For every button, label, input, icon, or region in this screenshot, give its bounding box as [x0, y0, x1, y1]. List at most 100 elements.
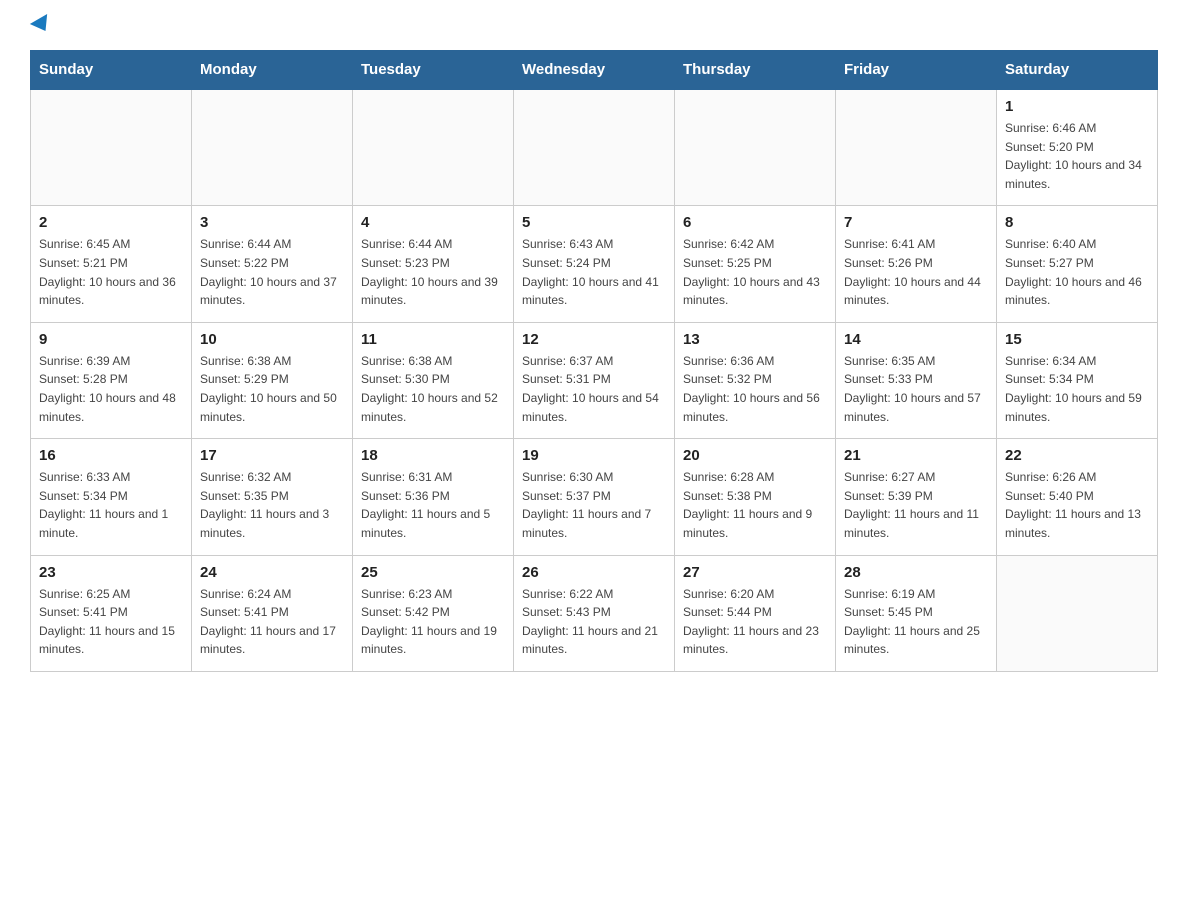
calendar-cell: 11Sunrise: 6:38 AM Sunset: 5:30 PM Dayli… [353, 322, 514, 438]
week-row-0: 1 Sunrise: 6:46 AM Sunset: 5:20 PM Daylig… [31, 89, 1158, 206]
calendar-cell: 20 Sunrise: 6:28 AM Sunset: 5:38 PM Dayli… [675, 439, 836, 555]
week-row-4: 23Sunrise: 6:25 AM Sunset: 5:41 PM Dayli… [31, 555, 1158, 671]
day-number: 15 [1005, 331, 1149, 348]
calendar-cell [836, 89, 997, 206]
calendar-cell: 23Sunrise: 6:25 AM Sunset: 5:41 PM Dayli… [31, 555, 192, 671]
weekday-header-wednesday: Wednesday [514, 51, 675, 90]
day-number: 7 [844, 214, 988, 231]
day-number: 22 [1005, 447, 1149, 464]
weekday-header-sunday: Sunday [31, 51, 192, 90]
day-info: Sunrise: 6:27 AM Sunset: 5:39 PM Dayligh… [844, 468, 988, 542]
day-info: Sunrise: 6:37 AM Sunset: 5:31 PM Dayligh… [522, 352, 666, 426]
day-info: Sunrise: 6:41 AM Sunset: 5:26 PM Dayligh… [844, 235, 988, 309]
calendar-cell: 8 Sunrise: 6:40 AM Sunset: 5:27 PM Daylig… [997, 206, 1158, 322]
weekday-header-row: SundayMondayTuesdayWednesdayThursdayFrid… [31, 51, 1158, 90]
day-number: 21 [844, 447, 988, 464]
day-info: Sunrise: 6:44 AM Sunset: 5:23 PM Dayligh… [361, 235, 505, 309]
day-number: 10 [200, 331, 344, 348]
calendar-cell: 22 Sunrise: 6:26 AM Sunset: 5:40 PM Dayli… [997, 439, 1158, 555]
page-header [30, 20, 1158, 34]
calendar-cell: 6 Sunrise: 6:42 AM Sunset: 5:25 PM Daylig… [675, 206, 836, 322]
calendar-cell: 16 Sunrise: 6:33 AM Sunset: 5:34 PM Dayli… [31, 439, 192, 555]
day-info: Sunrise: 6:40 AM Sunset: 5:27 PM Dayligh… [1005, 235, 1149, 309]
weekday-header-tuesday: Tuesday [353, 51, 514, 90]
day-number: 16 [39, 447, 183, 464]
day-number: 13 [683, 331, 827, 348]
weekday-header-friday: Friday [836, 51, 997, 90]
calendar-cell: 10 Sunrise: 6:38 AM Sunset: 5:29 PM Dayli… [192, 322, 353, 438]
day-info: Sunrise: 6:25 AM Sunset: 5:41 PM Dayligh… [39, 585, 183, 659]
day-number: 14 [844, 331, 988, 348]
day-info: Sunrise: 6:44 AM Sunset: 5:22 PM Dayligh… [200, 235, 344, 309]
day-info: Sunrise: 6:34 AM Sunset: 5:34 PM Dayligh… [1005, 352, 1149, 426]
day-info: Sunrise: 6:38 AM Sunset: 5:30 PM Dayligh… [361, 352, 505, 426]
week-row-2: 9 Sunrise: 6:39 AM Sunset: 5:28 PM Daylig… [31, 322, 1158, 438]
day-number: 26 [522, 564, 666, 581]
day-info: Sunrise: 6:20 AM Sunset: 5:44 PM Dayligh… [683, 585, 827, 659]
day-info: Sunrise: 6:31 AM Sunset: 5:36 PM Dayligh… [361, 468, 505, 542]
day-info: Sunrise: 6:42 AM Sunset: 5:25 PM Dayligh… [683, 235, 827, 309]
calendar-cell: 12 Sunrise: 6:37 AM Sunset: 5:31 PM Dayli… [514, 322, 675, 438]
weekday-header-saturday: Saturday [997, 51, 1158, 90]
calendar-cell: 19 Sunrise: 6:30 AM Sunset: 5:37 PM Dayli… [514, 439, 675, 555]
weekday-header-thursday: Thursday [675, 51, 836, 90]
calendar-cell: 13 Sunrise: 6:36 AM Sunset: 5:32 PM Dayli… [675, 322, 836, 438]
calendar-header: SundayMondayTuesdayWednesdayThursdayFrid… [31, 51, 1158, 90]
calendar-table: SundayMondayTuesdayWednesdayThursdayFrid… [30, 50, 1158, 672]
day-number: 20 [683, 447, 827, 464]
day-info: Sunrise: 6:45 AM Sunset: 5:21 PM Dayligh… [39, 235, 183, 309]
day-info: Sunrise: 6:39 AM Sunset: 5:28 PM Dayligh… [39, 352, 183, 426]
day-number: 4 [361, 214, 505, 231]
calendar-cell [192, 89, 353, 206]
day-number: 25 [361, 564, 505, 581]
day-number: 17 [200, 447, 344, 464]
day-number: 19 [522, 447, 666, 464]
logo [30, 20, 52, 34]
day-number: 9 [39, 331, 183, 348]
day-number: 6 [683, 214, 827, 231]
logo-triangle-icon [30, 14, 54, 36]
calendar-cell: 27 Sunrise: 6:20 AM Sunset: 5:44 PM Dayli… [675, 555, 836, 671]
day-number: 5 [522, 214, 666, 231]
calendar-cell: 25 Sunrise: 6:23 AM Sunset: 5:42 PM Dayli… [353, 555, 514, 671]
calendar-cell [353, 89, 514, 206]
day-info: Sunrise: 6:32 AM Sunset: 5:35 PM Dayligh… [200, 468, 344, 542]
day-number: 18 [361, 447, 505, 464]
day-info: Sunrise: 6:22 AM Sunset: 5:43 PM Dayligh… [522, 585, 666, 659]
calendar-cell: 28Sunrise: 6:19 AM Sunset: 5:45 PM Dayli… [836, 555, 997, 671]
calendar-cell: 15 Sunrise: 6:34 AM Sunset: 5:34 PM Dayli… [997, 322, 1158, 438]
day-info: Sunrise: 6:28 AM Sunset: 5:38 PM Dayligh… [683, 468, 827, 542]
calendar-cell: 5 Sunrise: 6:43 AM Sunset: 5:24 PM Daylig… [514, 206, 675, 322]
day-info: Sunrise: 6:23 AM Sunset: 5:42 PM Dayligh… [361, 585, 505, 659]
calendar-cell: 24 Sunrise: 6:24 AM Sunset: 5:41 PM Dayli… [192, 555, 353, 671]
day-info: Sunrise: 6:24 AM Sunset: 5:41 PM Dayligh… [200, 585, 344, 659]
day-number: 24 [200, 564, 344, 581]
calendar-cell: 21 Sunrise: 6:27 AM Sunset: 5:39 PM Dayli… [836, 439, 997, 555]
day-info: Sunrise: 6:30 AM Sunset: 5:37 PM Dayligh… [522, 468, 666, 542]
calendar-cell [675, 89, 836, 206]
calendar-cell: 26 Sunrise: 6:22 AM Sunset: 5:43 PM Dayli… [514, 555, 675, 671]
day-number: 27 [683, 564, 827, 581]
calendar-cell [514, 89, 675, 206]
day-info: Sunrise: 6:38 AM Sunset: 5:29 PM Dayligh… [200, 352, 344, 426]
calendar-cell: 4 Sunrise: 6:44 AM Sunset: 5:23 PM Daylig… [353, 206, 514, 322]
calendar-cell [31, 89, 192, 206]
day-number: 8 [1005, 214, 1149, 231]
day-number: 1 [1005, 98, 1149, 115]
day-number: 12 [522, 331, 666, 348]
day-info: Sunrise: 6:46 AM Sunset: 5:20 PM Dayligh… [1005, 119, 1149, 193]
day-info: Sunrise: 6:26 AM Sunset: 5:40 PM Dayligh… [1005, 468, 1149, 542]
day-info: Sunrise: 6:36 AM Sunset: 5:32 PM Dayligh… [683, 352, 827, 426]
day-number: 3 [200, 214, 344, 231]
calendar-cell: 18 Sunrise: 6:31 AM Sunset: 5:36 PM Dayli… [353, 439, 514, 555]
calendar-body: 1 Sunrise: 6:46 AM Sunset: 5:20 PM Daylig… [31, 89, 1158, 671]
calendar-cell: 17 Sunrise: 6:32 AM Sunset: 5:35 PM Dayli… [192, 439, 353, 555]
day-info: Sunrise: 6:33 AM Sunset: 5:34 PM Dayligh… [39, 468, 183, 542]
calendar-cell: 1 Sunrise: 6:46 AM Sunset: 5:20 PM Daylig… [997, 89, 1158, 206]
calendar-cell: 2 Sunrise: 6:45 AM Sunset: 5:21 PM Daylig… [31, 206, 192, 322]
day-number: 2 [39, 214, 183, 231]
day-info: Sunrise: 6:19 AM Sunset: 5:45 PM Dayligh… [844, 585, 988, 659]
calendar-cell: 14Sunrise: 6:35 AM Sunset: 5:33 PM Dayli… [836, 322, 997, 438]
day-info: Sunrise: 6:43 AM Sunset: 5:24 PM Dayligh… [522, 235, 666, 309]
week-row-3: 16 Sunrise: 6:33 AM Sunset: 5:34 PM Dayli… [31, 439, 1158, 555]
